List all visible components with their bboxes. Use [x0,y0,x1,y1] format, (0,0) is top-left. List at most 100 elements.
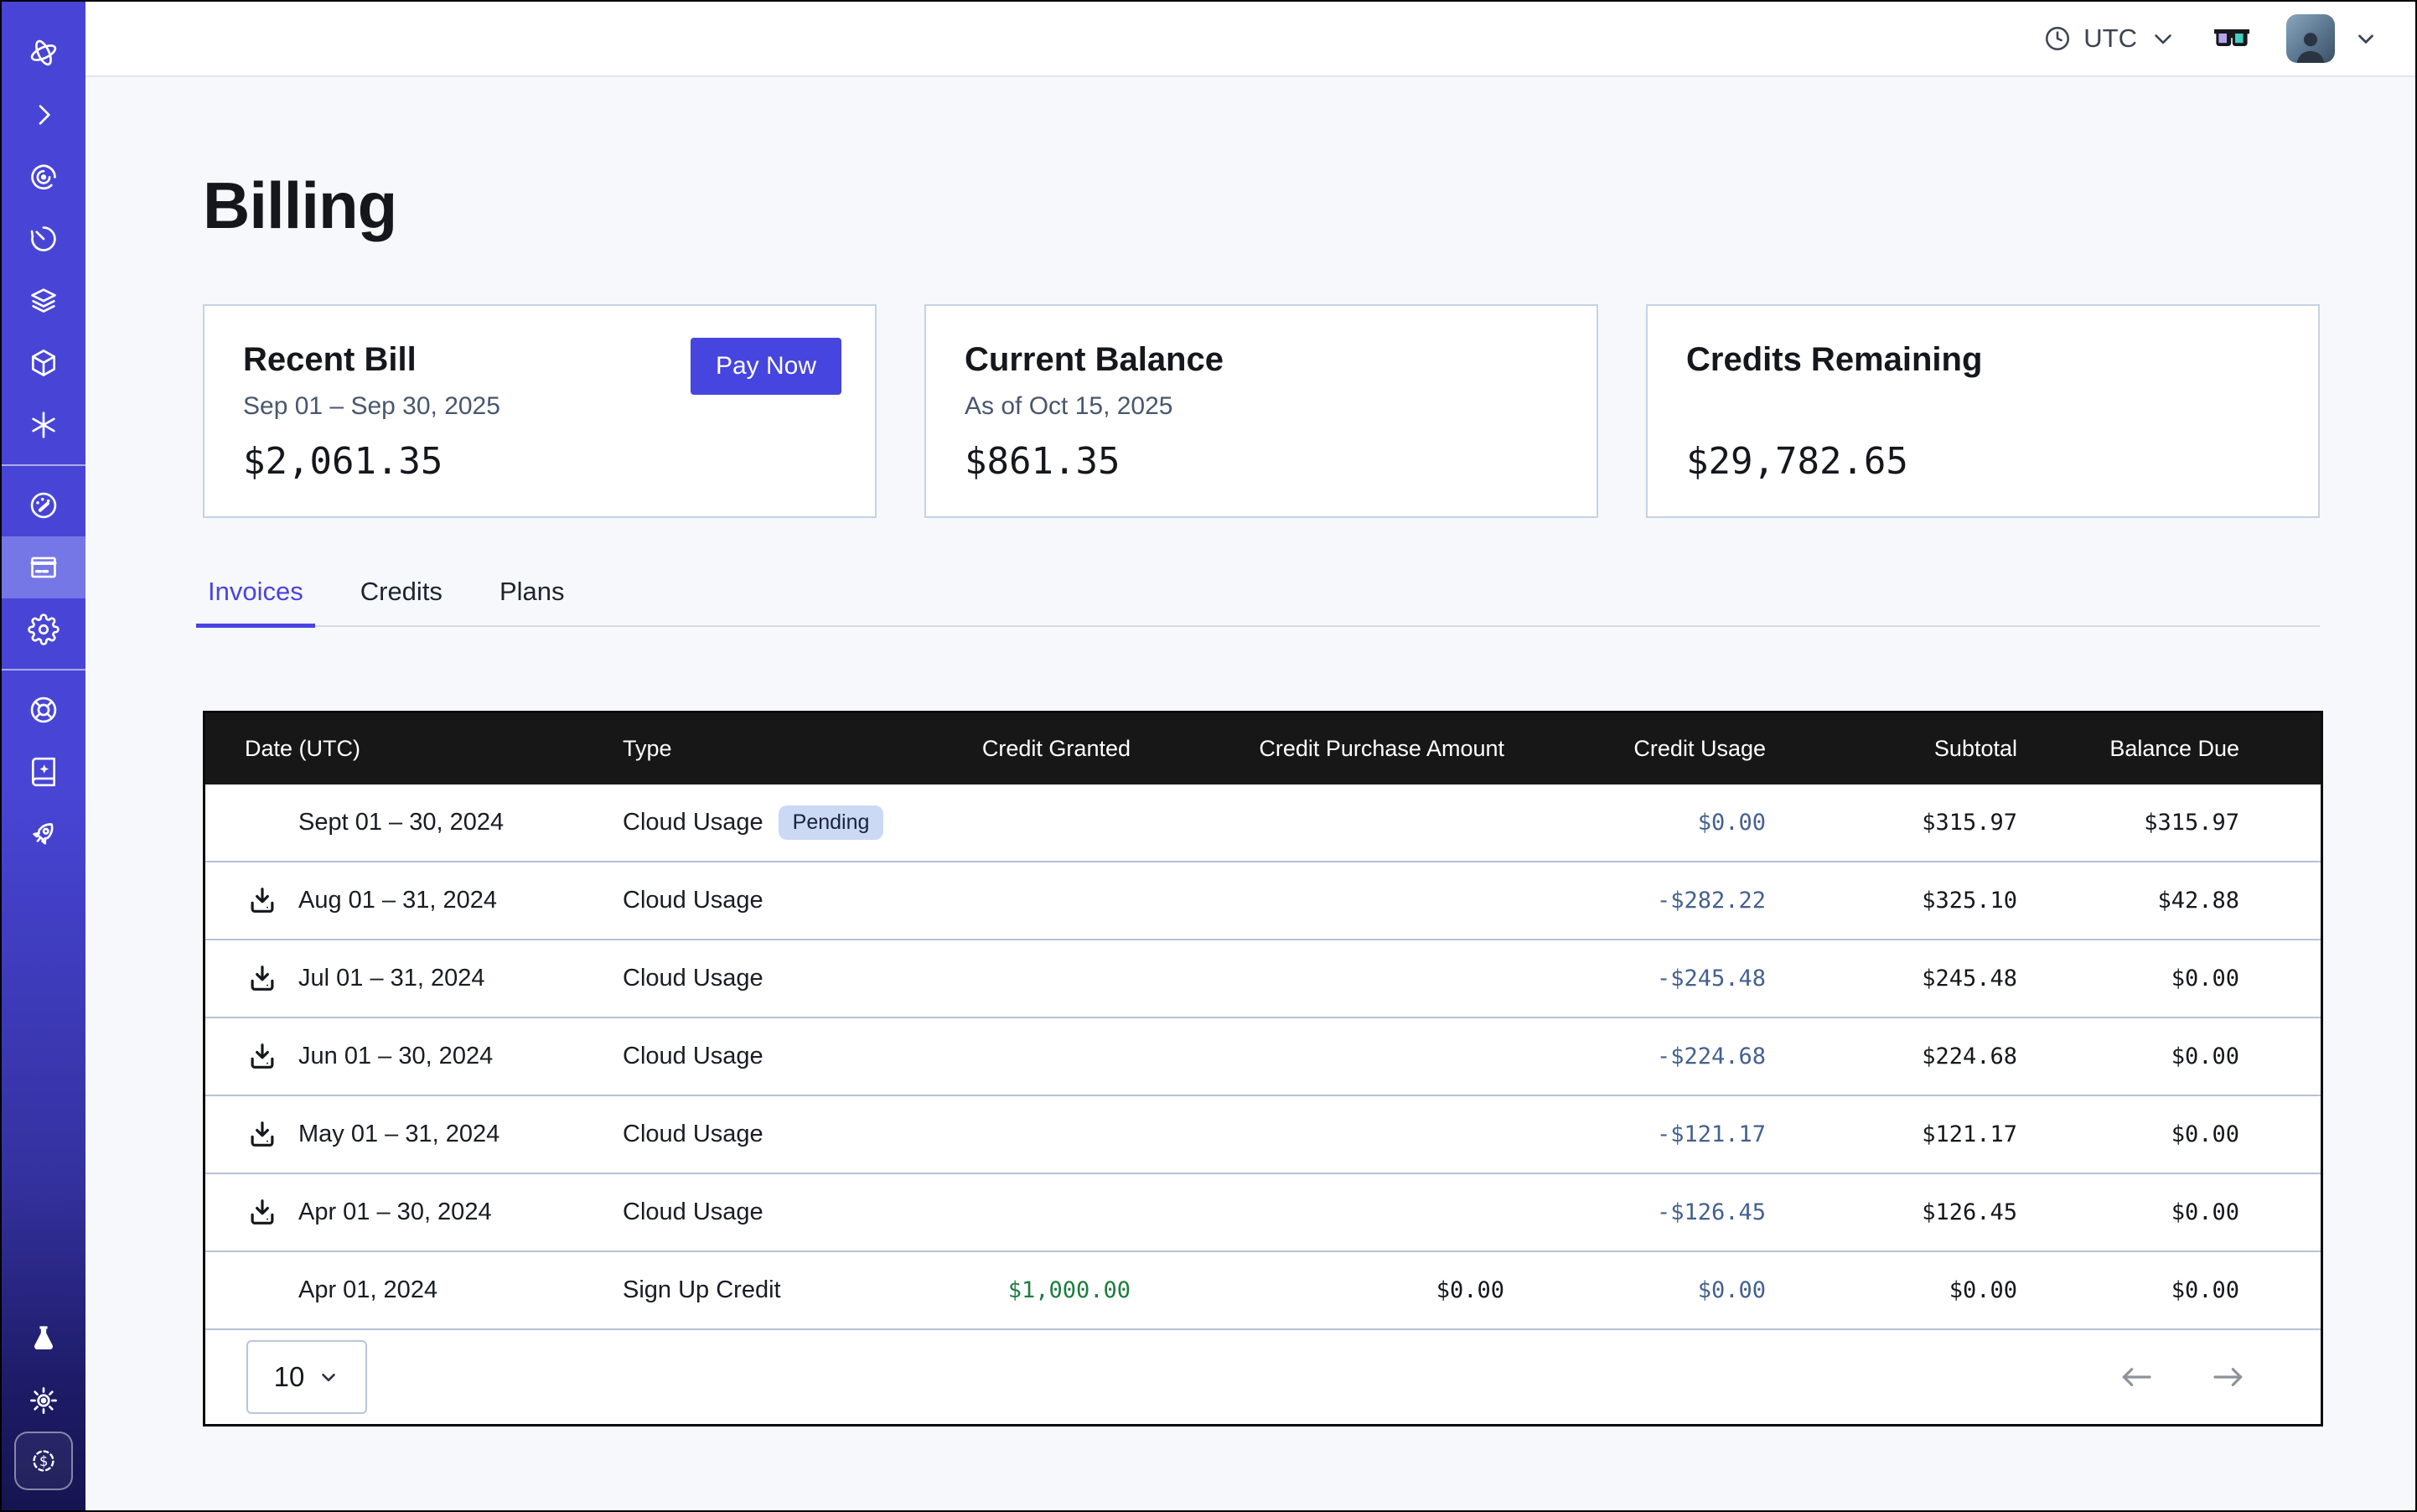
sidebar-item-getting-started[interactable] [2,803,85,865]
balance-due-value: $315.97 [2017,810,2321,836]
subtotal-value: $325.10 [1766,888,2017,914]
sidebar-item-history[interactable] [2,208,85,270]
invoice-date-cell: Sept 01 – 30, 2024 [205,807,623,839]
invoice-type-cell: Cloud Usage [623,1199,899,1226]
sidebar-item-settings[interactable] [2,598,85,660]
invoice-type: Cloud Usage [623,965,763,992]
tab-credits[interactable]: Credits [355,577,448,625]
dollar-badge-icon: $ [28,1446,59,1476]
current-balance-card: Current Balance As of Oct 15, 2025 $861.… [924,304,1598,518]
download-invoice-button[interactable] [246,963,278,995]
balance-due-value: $0.00 [2017,1121,2321,1147]
topbar: UTC [85,2,2415,77]
sidebar-item-layers[interactable] [2,270,85,332]
tab-invoices[interactable]: Invoices [203,577,308,625]
account-menu[interactable] [2286,14,2378,63]
balance-due-value: $0.00 [2017,1043,2321,1069]
asterisk-icon [28,409,60,441]
col-balance-due: Balance Due [2017,736,2321,762]
download-invoice-button[interactable] [246,1041,278,1073]
svg-text:$: $ [39,1453,48,1470]
col-credit-usage: Credit Usage [1504,736,1766,762]
next-page-button[interactable] [2210,1364,2247,1390]
download-invoice-button[interactable] [246,1197,278,1229]
lifebuoy-icon [28,694,60,726]
invoice-date: May 01 – 31, 2024 [298,1121,499,1148]
sidebar-item-logo[interactable] [2,22,85,84]
invoice-date-cell: Jun 01 – 30, 2024 [205,1041,623,1073]
summary-cards: Recent Bill Sep 01 – Sep 30, 2025 $2,061… [203,304,2320,518]
sidebar: $ [2,2,85,1510]
balance-due-value: $0.00 [2017,1277,2321,1303]
invoice-row: Apr 01, 2024 Sign Up Credit $1,000.00 $0… [205,1251,2321,1328]
chevron-right-icon [28,99,60,131]
chevron-down-icon [2353,26,2378,51]
invoice-row: Sept 01 – 30, 2024 Cloud Usage Pending $… [205,784,2321,861]
card-amount: $29,782.65 [1686,440,1908,483]
table-header: Date (UTC) Type Credit Granted Credit Pu… [205,713,2321,784]
subtotal-value: $0.00 [1766,1277,2017,1303]
history-clock-icon [28,223,60,255]
invoice-date: Apr 01, 2024 [298,1276,437,1304]
credit-usage-value: -$245.48 [1504,966,1766,992]
sidebar-item-credits[interactable]: $ [14,1432,73,1490]
invoice-type-cell: Cloud Usage [623,887,899,914]
page-size-select[interactable]: 10 [246,1340,367,1414]
invoice-type: Cloud Usage [623,887,763,914]
clock-icon [2043,24,2072,53]
col-credit-purchase: Credit Purchase Amount [1131,736,1504,762]
billing-screen: $ UTC [0,0,2417,1512]
invoice-type: Cloud Usage [623,1199,763,1226]
download-invoice-button[interactable] [246,1119,278,1151]
content: Billing Recent Bill Sep 01 – Sep 30, 202… [85,168,2415,1427]
pager [2118,1364,2247,1390]
sidebar-spacer [2,865,85,1307]
sidebar-item-support[interactable] [2,679,85,741]
invoice-row: Jun 01 – 30, 2024 Cloud Usage -$224.68 $… [205,1017,2321,1095]
tab-plans[interactable]: Plans [494,577,570,625]
card-title: Current Balance [965,341,1558,379]
credit-usage-value: -$282.22 [1504,888,1766,914]
invoice-date: Apr 01 – 30, 2024 [298,1199,492,1226]
invoice-date: Aug 01 – 31, 2024 [298,887,497,914]
spiral-eye-icon [28,161,60,193]
sidebar-item-theme[interactable] [2,1370,85,1432]
invoice-row: May 01 – 31, 2024 Cloud Usage -$121.17 $… [205,1095,2321,1173]
invoice-type: Cloud Usage [623,809,763,836]
sidebar-item-billing[interactable] [2,536,85,598]
subtotal-value: $121.17 [1766,1121,2017,1147]
invoice-date-cell: Jul 01 – 31, 2024 [205,963,623,995]
sidebar-item-monitoring[interactable] [2,146,85,208]
sidebar-item-usage[interactable] [2,474,85,536]
invoice-type: Cloud Usage [623,1043,763,1070]
timezone-label: UTC [2083,23,2137,54]
layers-icon [28,285,60,317]
download-invoice-button[interactable] [246,885,278,917]
invoice-type-cell: Cloud Usage [623,1121,899,1148]
sidebar-item-collapse[interactable] [2,84,85,146]
view-mode-button[interactable] [2211,22,2253,55]
invoice-date-cell: Apr 01, 2024 [205,1275,623,1307]
col-date: Date (UTC) [205,736,623,762]
chevron-down-icon [2149,24,2177,53]
balance-due-value: $0.00 [2017,1199,2321,1225]
cube-icon [28,347,60,379]
sidebar-item-resources[interactable] [2,332,85,394]
pay-now-button[interactable]: Pay Now [691,338,841,395]
sidebar-item-labs[interactable] [2,1307,85,1370]
invoice-date-cell: Apr 01 – 30, 2024 [205,1197,623,1229]
invoice-type-cell: Cloud Usage [623,965,899,992]
card-subtitle: As of Oct 15, 2025 [965,392,1558,421]
subtotal-value: $224.68 [1766,1043,2017,1069]
col-credit-granted: Credit Granted [899,736,1131,762]
timezone-selector[interactable]: UTC [2043,23,2177,54]
subtotal-value: $245.48 [1766,966,2017,992]
previous-page-button[interactable] [2118,1364,2155,1390]
sidebar-item-docs[interactable] [2,741,85,803]
billing-tabs: Invoices Credits Plans [203,577,2320,627]
card-amount: $861.35 [965,440,1120,483]
invoice-row: Aug 01 – 31, 2024 Cloud Usage -$282.22 $… [205,861,2321,939]
subtotal-value: $315.97 [1766,810,2017,836]
sidebar-item-services[interactable] [2,394,85,456]
invoice-row: Apr 01 – 30, 2024 Cloud Usage -$126.45 $… [205,1173,2321,1251]
